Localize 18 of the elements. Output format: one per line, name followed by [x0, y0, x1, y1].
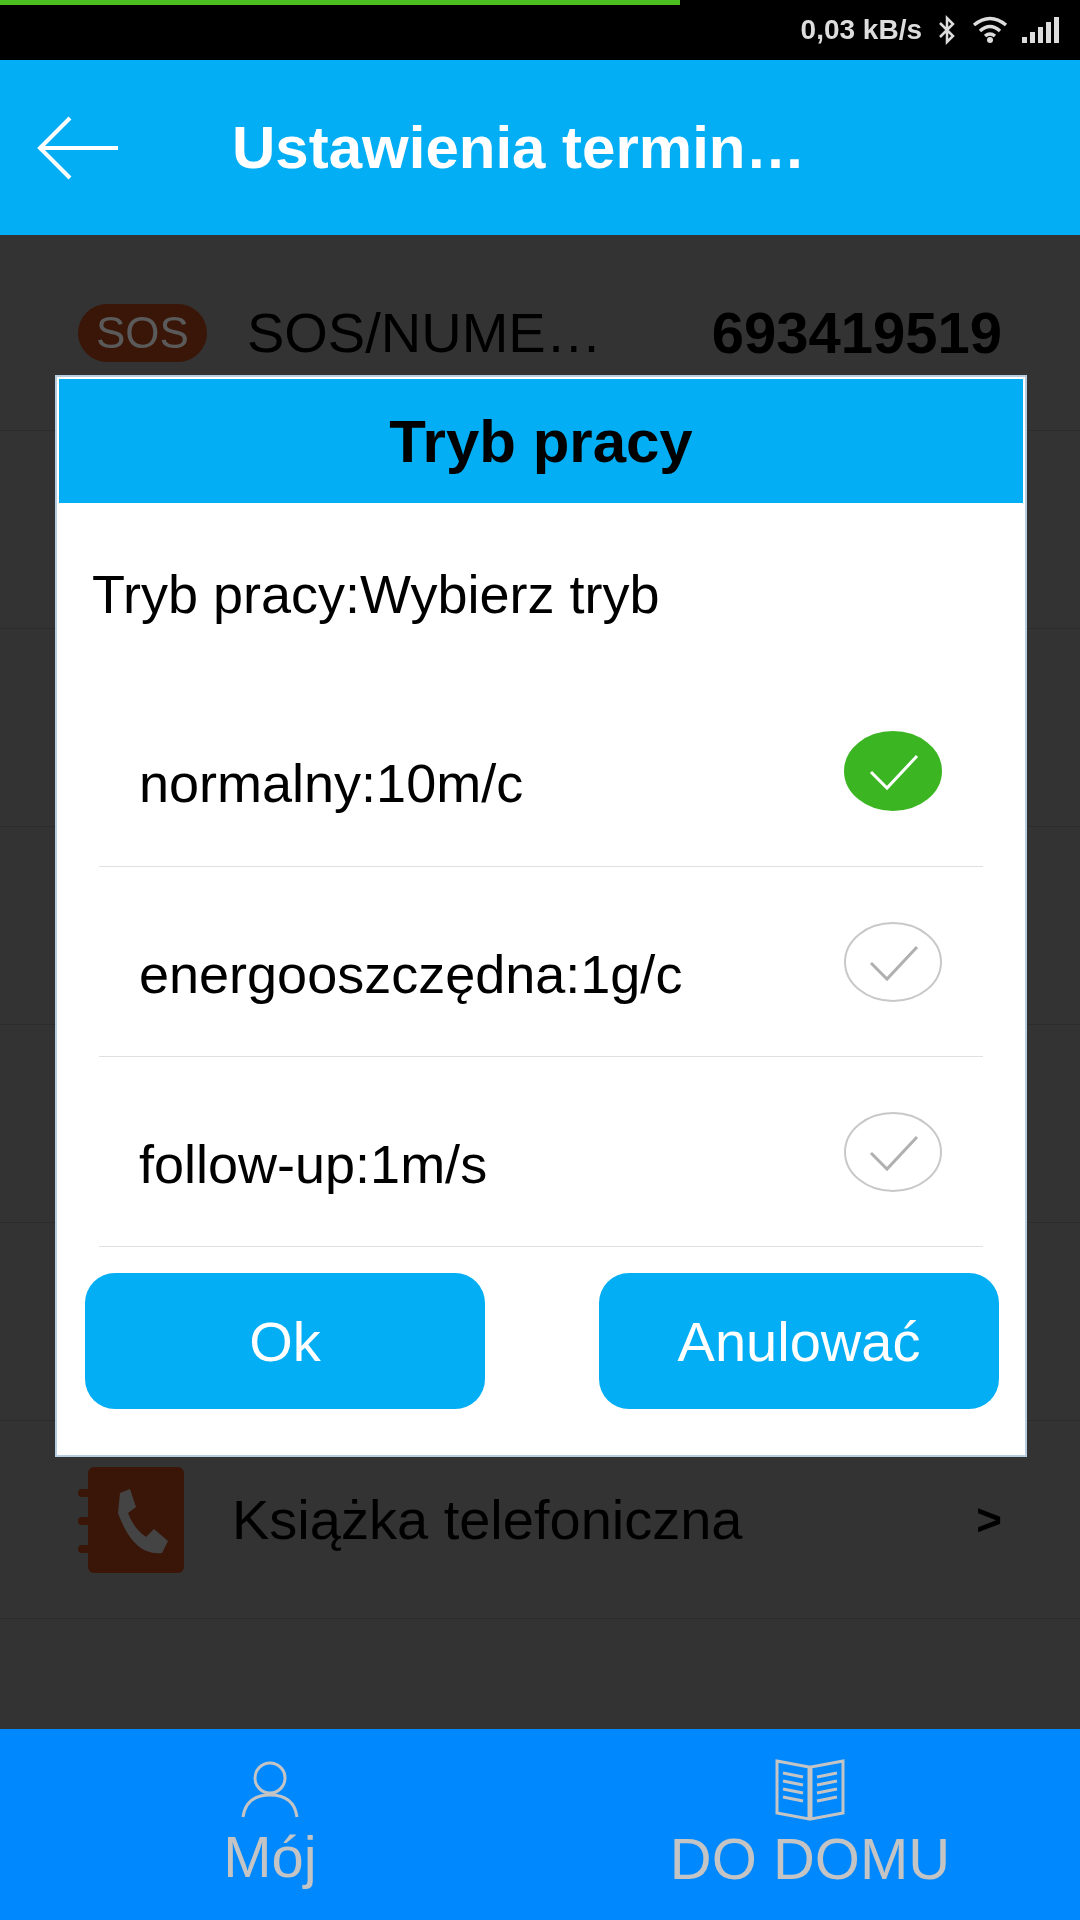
dialog-title: Tryb pracy — [59, 379, 1023, 503]
sos-badge: SOS — [78, 303, 207, 362]
book-icon — [775, 1757, 845, 1821]
mode-option[interactable]: follow-up:1m/s — [99, 1057, 983, 1247]
dialog-button[interactable]: Ok — [85, 1273, 485, 1409]
network-speed: 0,03 kB/s — [800, 14, 922, 46]
person-icon — [240, 1759, 300, 1819]
mode-option[interactable]: energooszczędna:1g/c — [99, 867, 983, 1057]
phonebook-icon — [78, 1466, 184, 1573]
signal-icon — [1022, 17, 1062, 43]
nav-tab[interactable]: DO DOMU — [540, 1729, 1080, 1920]
wifi-icon — [972, 16, 1008, 44]
mode-option[interactable]: normalny:10m/c — [99, 675, 983, 867]
dialog-button[interactable]: Anulować — [599, 1273, 999, 1409]
dialog-prompt: Tryb pracy:Wybierz tryb — [91, 563, 661, 626]
chevron: > — [976, 1494, 1002, 1545]
screen-title: Ustawienia termin… — [232, 113, 806, 182]
nav-tab[interactable]: Mój — [0, 1729, 540, 1920]
